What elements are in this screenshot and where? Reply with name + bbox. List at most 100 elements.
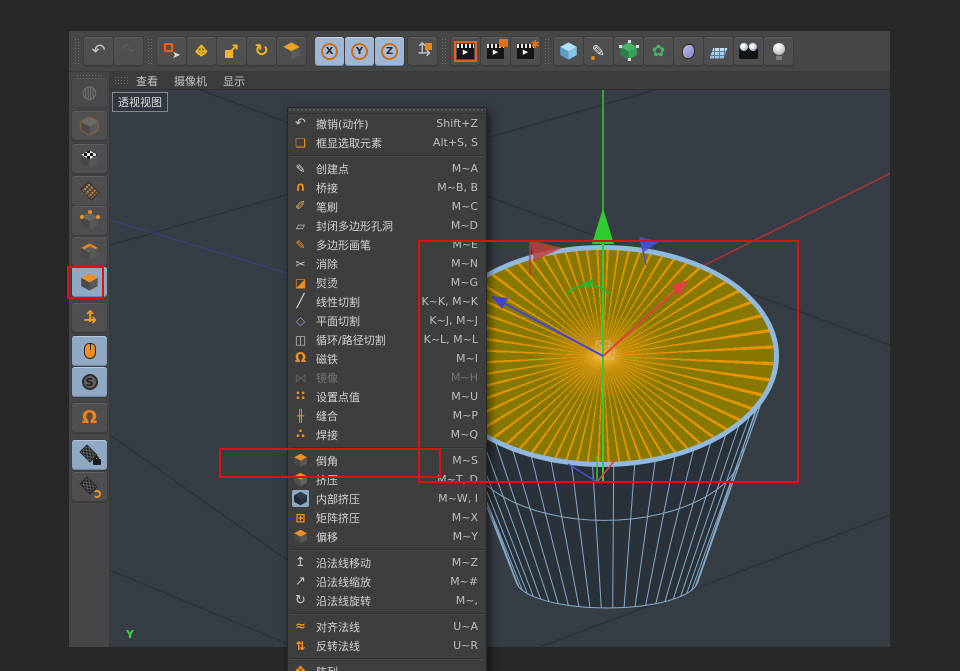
sidebar-enable-axis-button[interactable]: ↑→	[72, 303, 107, 333]
menu-item-smooth-shift[interactable]: 偏移M~Y	[288, 527, 486, 546]
viewport-menu-1[interactable]: 摄像机	[174, 73, 207, 89]
toolbar-primitive-cube-button[interactable]	[554, 37, 583, 66]
menu-item-reverse-normals[interactable]: ⇅反转法线U~R	[288, 636, 486, 655]
menu-item-iron[interactable]: ◪熨烫M~G	[288, 273, 486, 292]
cage-cube-icon	[620, 42, 638, 60]
toolbar-render-settings-button[interactable]: ▶✱	[511, 37, 540, 66]
viewport-gizmo-layer	[110, 90, 890, 647]
toolbar-modeling-objects-button[interactable]: ✿	[644, 37, 673, 66]
sidebar-make-editable-button[interactable]: ◍	[72, 78, 107, 108]
screenshot-root: ↶↷➤↔↕↗↻XYZ↑→▶▶▶✱✎✿ ◍↑→SΩ 查看摄像机显示	[0, 0, 960, 671]
menu-item-polygon-pen[interactable]: ✎多边形画笔M~E	[288, 235, 486, 254]
toolbar-render-picture-viewer-button[interactable]: ▶	[481, 37, 510, 66]
menu-item-label: 平面切割	[316, 313, 429, 329]
smooth-shift-icon	[292, 528, 309, 545]
toolbar-rotate-button[interactable]: ↻	[247, 37, 276, 66]
menu-item-line-cut[interactable]: ╱线性切割K~K, M~K	[288, 292, 486, 311]
toolbar-light-object-button[interactable]	[764, 37, 793, 66]
toolbar-volume-object-button[interactable]	[674, 37, 703, 66]
menu-item-mirror[interactable]: ⋈镜像M~H	[288, 368, 486, 387]
menu-item-label: 偏移	[316, 529, 453, 545]
menubar-grip[interactable]	[114, 76, 130, 86]
toolbar-floor-object-button[interactable]	[704, 37, 733, 66]
viewport-view-label[interactable]: 透视视图	[112, 92, 168, 112]
toolbar-render-view-button[interactable]: ▶	[451, 37, 480, 66]
toolbar-camera-object-button[interactable]	[734, 37, 763, 66]
plane-handle-red-flag[interactable]	[530, 240, 562, 275]
toolbar-grip[interactable]	[147, 38, 154, 64]
toolbar-spline-pen-button[interactable]: ✎	[584, 37, 613, 66]
menu-item-extrude-inner[interactable]: 内部挤压M~W, I	[288, 489, 486, 508]
menu-item-array[interactable]: ❖阵列	[288, 662, 486, 671]
menu-item-loop-path-cut[interactable]: ◫循环/路径切割K~L, M~L	[288, 330, 486, 349]
menu-item-label: 熨烫	[316, 275, 451, 291]
menu-item-dissolve[interactable]: ✂消除M~N	[288, 254, 486, 273]
menu-item-normal-scale[interactable]: ↗沿法线缩放M~#	[288, 572, 486, 591]
menu-item-shortcut: Alt+S, S	[433, 136, 478, 149]
menu-item-normal-move[interactable]: ↥沿法线移动M~Z	[288, 553, 486, 572]
sidebar-edges-mode-button[interactable]	[72, 237, 107, 267]
menu-item-bridge[interactable]: ∩桥接M~B, B	[288, 178, 486, 197]
viewport-3d[interactable]: 透视视图 Y	[110, 90, 890, 647]
menu-item-normal-rotate[interactable]: ↻沿法线旋转M~,	[288, 591, 486, 610]
menu-item-brush[interactable]: ✐笔刷M~C	[288, 197, 486, 216]
toolbar-scale-button[interactable]: ↗	[217, 37, 246, 66]
viewport-menu-2[interactable]: 显示	[223, 73, 245, 89]
sidebar-texture-mode-button[interactable]	[72, 144, 107, 174]
toolbar-undo-button[interactable]: ↶	[84, 37, 113, 66]
brush-icon: ✐	[292, 198, 309, 215]
toolbar-lock-x-axis-button[interactable]: X	[315, 37, 344, 66]
menu-item-create-point[interactable]: ✎创建点M~A	[288, 159, 486, 178]
sidebar-model-mode-button[interactable]	[72, 111, 107, 141]
toolbar-grip[interactable]	[74, 38, 81, 64]
menu-item-close-polygon-hole[interactable]: ▱封闭多边形孔洞M~D	[288, 216, 486, 235]
menu-item-magnet[interactable]: Ω磁铁M~I	[288, 349, 486, 368]
menu-item-bevel[interactable]: 倒角M~S	[288, 451, 486, 470]
light-icon	[770, 42, 788, 60]
viewport-menubar: 查看摄像机显示	[110, 72, 890, 90]
move-gizmo-z-axis[interactable]	[491, 296, 603, 356]
sidebar-magnet-button[interactable]: Ω	[72, 403, 107, 433]
floor-icon	[710, 44, 728, 59]
menu-item-extrude[interactable]: 挤压M~T, D	[288, 470, 486, 489]
menu-item-weld[interactable]: ∴焊接M~Q	[288, 425, 486, 444]
viewport-menu-0[interactable]: 查看	[136, 73, 158, 89]
toolbar-move-button[interactable]: ↔↕	[187, 37, 216, 66]
iron-icon: ◪	[292, 274, 309, 291]
menu-item-shortcut: U~R	[453, 639, 478, 652]
toolbar-last-tool-button[interactable]	[277, 37, 306, 66]
menu-item-stitch-and-sew[interactable]: ╫缝合M~P	[288, 406, 486, 425]
plane-handle-blue-flag[interactable]	[640, 237, 659, 265]
bevel-icon	[292, 452, 309, 469]
menu-separator	[288, 610, 486, 617]
toolbar-lock-z-axis-button[interactable]: Z	[375, 37, 404, 66]
context-menu-items: ↶撤销(动作)Shift+Z❏框显选取元素Alt+S, S ✎创建点M~A∩桥接M…	[288, 114, 486, 671]
menu-item-frame-selection[interactable]: ❏框显选取元素Alt+S, S	[288, 133, 486, 152]
bridge-icon: ∩	[292, 179, 309, 196]
menu-item-align-normals[interactable]: ≈对齐法线U~A	[288, 617, 486, 636]
menu-item-undo-action[interactable]: ↶撤销(动作)Shift+Z	[288, 114, 486, 133]
undo-action-icon: ↶	[292, 115, 309, 132]
toolbar-live-selection-button[interactable]: ➤	[157, 37, 186, 66]
sidebar-workplane-button[interactable]	[72, 472, 107, 502]
toolbar-redo-button[interactable]: ↷	[114, 37, 143, 66]
menu-item-label: 倒角	[316, 453, 452, 469]
sidebar-points-mode-button[interactable]	[72, 206, 107, 236]
toolbar-grip[interactable]	[441, 38, 448, 64]
sidebar-lock-workplane-button[interactable]	[72, 440, 107, 470]
toolbar-grip[interactable]	[544, 38, 551, 64]
toolbar-coordinate-system-button[interactable]: ↑→	[408, 37, 437, 66]
sidebar-polygons-mode-button[interactable]	[72, 267, 107, 297]
menu-item-plane-cut[interactable]: ◇平面切割K~J, M~J	[288, 311, 486, 330]
menu-item-set-point-value[interactable]: ∷设置点值M~U	[288, 387, 486, 406]
menu-item-matrix-extrude[interactable]: ⊞矩阵挤压M~X	[288, 508, 486, 527]
sidebar-snap-button[interactable]: S	[72, 367, 107, 397]
render-pv-icon: ▶	[487, 44, 504, 59]
sidebar-viewport-solo-button[interactable]	[72, 336, 107, 366]
toolbar-subdivision-surface-button[interactable]	[614, 37, 643, 66]
sidebar-workplane-mode-button[interactable]	[72, 176, 107, 206]
normal-rotate-icon: ↻	[292, 592, 309, 609]
toolbar-lock-y-axis-button[interactable]: Y	[345, 37, 374, 66]
menu-separator	[288, 444, 486, 451]
move-gizmo-x-axis[interactable]	[603, 280, 688, 356]
